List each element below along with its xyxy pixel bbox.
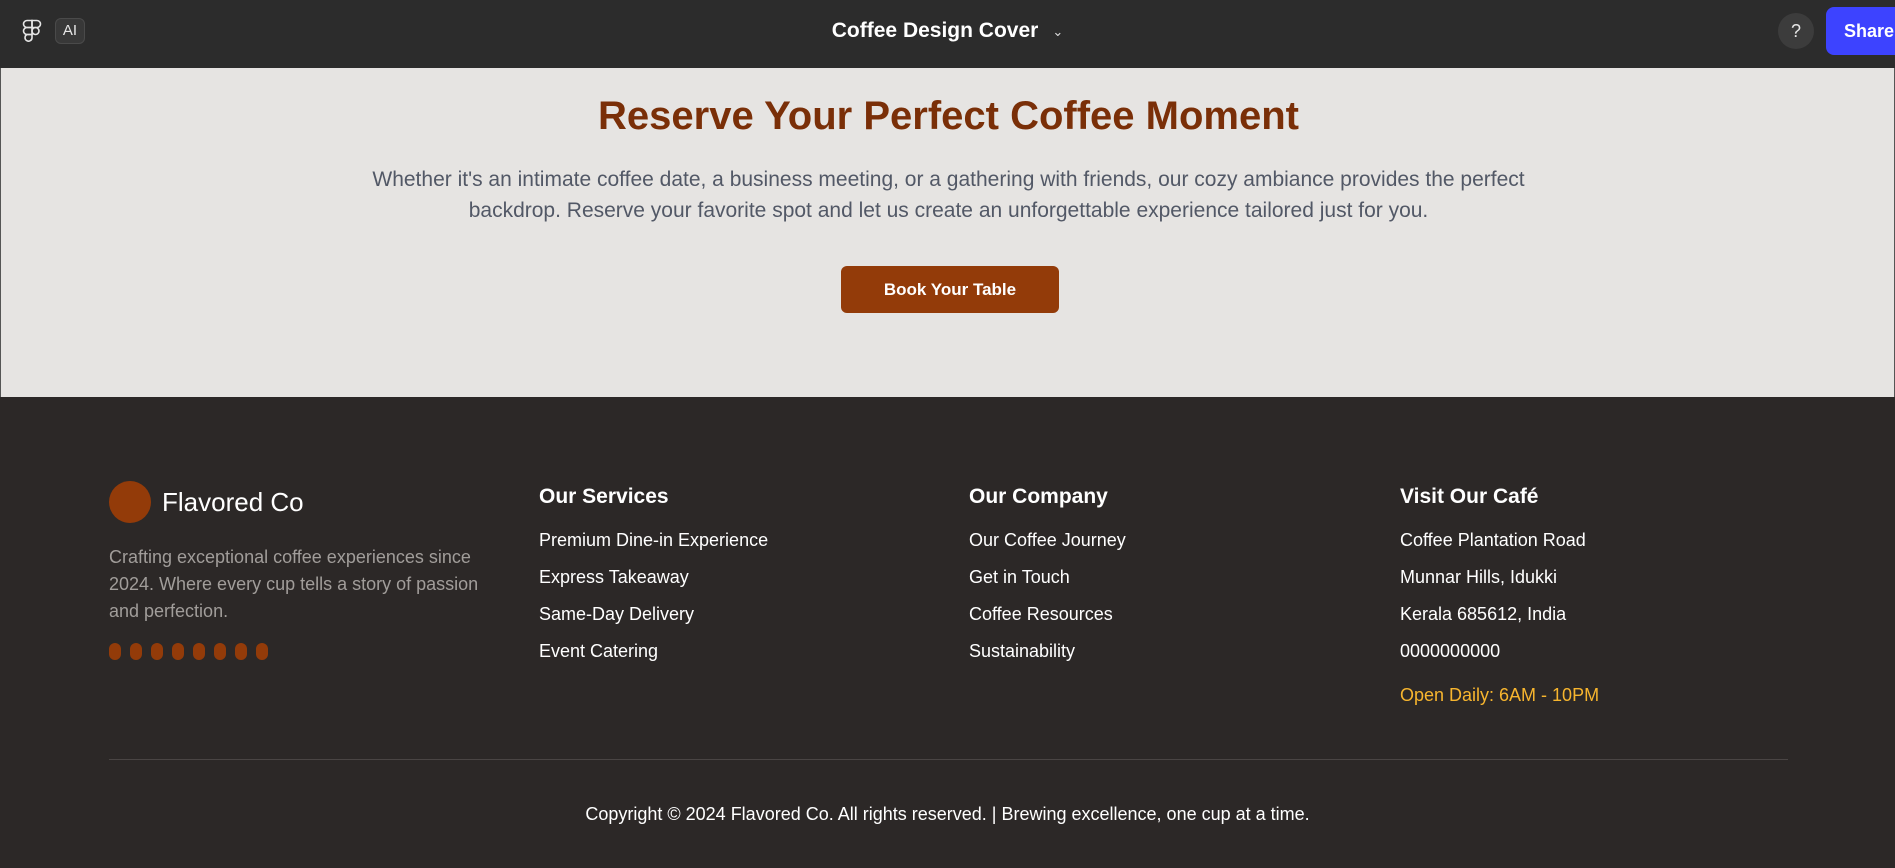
phone-number: 0000000000 [1400, 641, 1501, 661]
coffee-bean-icon [151, 643, 163, 660]
visit-title: Visit Our Café [1400, 485, 1539, 508]
hero-description: Whether it's an intimate coffee date, a … [372, 168, 1525, 222]
footer-link-dine-in[interactable]: Premium Dine-in Experience [539, 528, 768, 565]
coffee-bean-icon [214, 643, 226, 660]
share-button[interactable]: Share [1826, 7, 1895, 55]
footer-link-resources[interactable]: Coffee Resources [969, 602, 1126, 639]
top-bar: AI Coffee Design Cover ⌄ ? Share [0, 0, 1895, 68]
brand-description: Crafting exceptional coffee experiences … [109, 547, 479, 621]
company-column: Our Company Our Coffee Journey Get in To… [969, 485, 1126, 676]
visit-column: Visit Our Café Coffee Plantation Road Mu… [1400, 485, 1599, 706]
footer-link-takeaway[interactable]: Express Takeaway [539, 565, 768, 602]
help-button[interactable]: ? [1778, 13, 1814, 49]
coffee-bean-icon [256, 643, 268, 660]
coffee-bean-icon [235, 643, 247, 660]
chevron-down-icon: ⌄ [1052, 24, 1064, 39]
file-title-menu[interactable]: Coffee Design Cover ⌄ [0, 0, 1895, 62]
address-line-1: Coffee Plantation Road [1400, 530, 1586, 550]
footer-link-journey[interactable]: Our Coffee Journey [969, 528, 1126, 565]
footer: Flavored Co Crafting exceptional coffee … [0, 397, 1895, 868]
reservation-section: Reserve Your Perfect Coffee Moment Wheth… [0, 68, 1895, 397]
hero-title: Reserve Your Perfect Coffee Moment [598, 94, 1299, 138]
opening-hours: Open Daily: 6AM - 10PM [1400, 685, 1600, 705]
footer-link-delivery[interactable]: Same-Day Delivery [539, 602, 768, 639]
brand-name: Flavored Co [162, 487, 304, 517]
file-title: Coffee Design Cover [831, 19, 1039, 42]
coffee-bean-icon [109, 643, 121, 660]
footer-link-contact[interactable]: Get in Touch [969, 565, 1126, 602]
company-title: Our Company [969, 485, 1108, 508]
coffee-bean-icon [172, 643, 184, 660]
coffee-bean-icon [130, 643, 142, 660]
copyright-text: Copyright © 2024 Flavored Co. All rights… [585, 804, 1310, 824]
footer-divider [109, 759, 1788, 760]
address-line-2: Munnar Hills, Idukki [1400, 567, 1558, 587]
brand-logo-icon [109, 481, 151, 523]
coffee-bean-icon [193, 643, 205, 660]
decorative-coffee-beans [109, 643, 268, 660]
book-table-button[interactable]: Book Your Table [841, 266, 1059, 313]
services-title: Our Services [539, 485, 669, 508]
services-column: Our Services Premium Dine-in Experience … [539, 485, 768, 676]
footer-link-sustainability[interactable]: Sustainability [969, 639, 1126, 676]
footer-link-catering[interactable]: Event Catering [539, 639, 768, 676]
address-line-3: Kerala 685612, India [1400, 604, 1567, 624]
